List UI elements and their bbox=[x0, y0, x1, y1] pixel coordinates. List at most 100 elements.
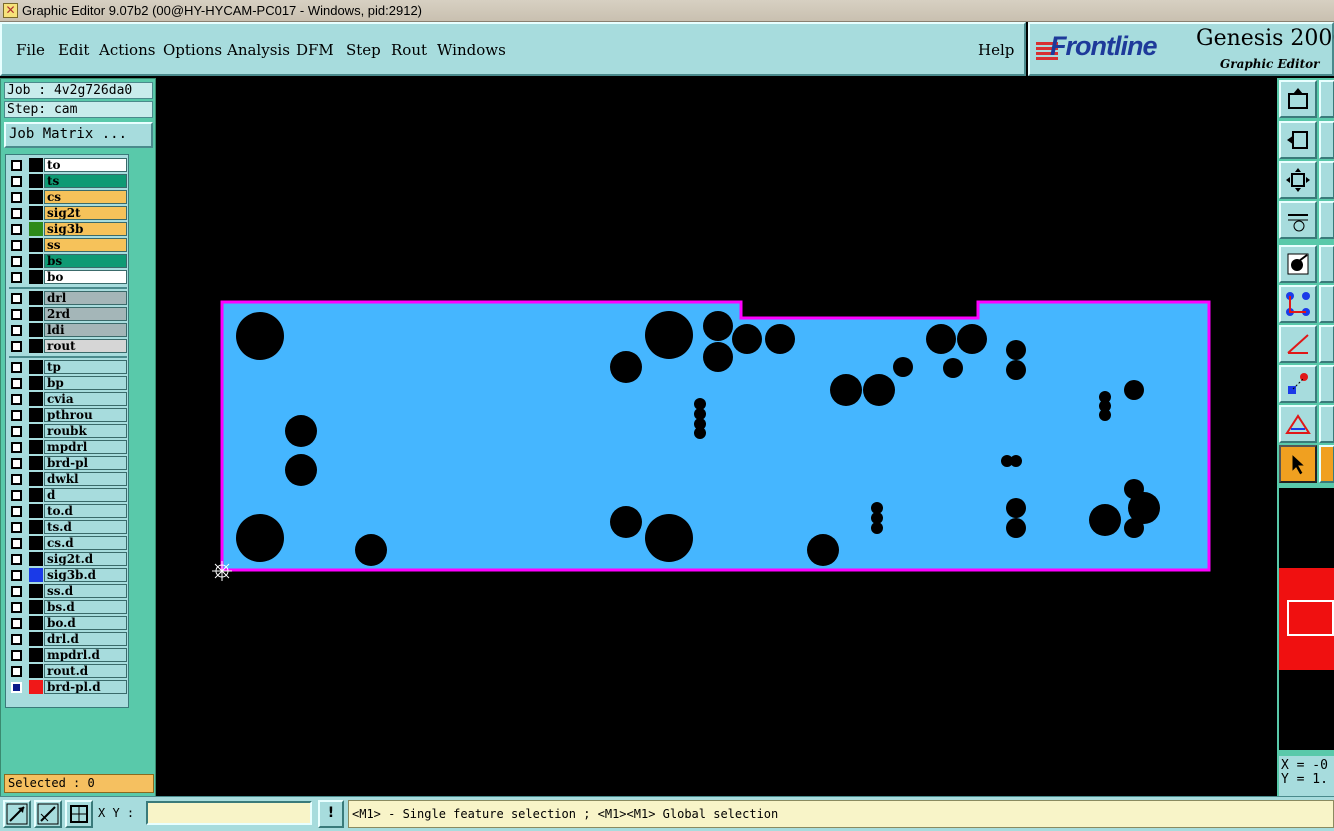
layer-name[interactable]: tp bbox=[44, 360, 127, 374]
layer-color-swatch[interactable] bbox=[29, 616, 43, 630]
layer-name[interactable]: bp bbox=[44, 376, 127, 390]
zoom-back-icon[interactable] bbox=[1279, 121, 1317, 159]
layer-name[interactable]: drl bbox=[44, 291, 127, 305]
layer-color-swatch[interactable] bbox=[29, 488, 43, 502]
zoom-home-icon[interactable] bbox=[1279, 80, 1317, 118]
layer-row-cs.d[interactable]: cs.d bbox=[9, 536, 127, 550]
layer-row-2rd[interactable]: 2rd bbox=[9, 307, 127, 321]
menu-rout[interactable]: Rout bbox=[391, 41, 427, 59]
layer-name[interactable]: drl.d bbox=[44, 632, 127, 646]
layer-name[interactable]: bs bbox=[44, 254, 127, 268]
zoom-line-icon[interactable] bbox=[34, 800, 62, 828]
layer-name[interactable]: cs bbox=[44, 190, 127, 204]
angle-secondary-icon[interactable] bbox=[1319, 325, 1334, 363]
layer-checkbox[interactable] bbox=[11, 394, 22, 405]
layer-row-mpdrl[interactable]: mpdrl bbox=[9, 440, 127, 454]
layer-row-brd-pl.d[interactable]: brd-pl.d bbox=[9, 680, 127, 694]
layer-row-rout.d[interactable]: rout.d bbox=[9, 664, 127, 678]
layer-row-d[interactable]: d bbox=[9, 488, 127, 502]
layer-name[interactable]: cs.d bbox=[44, 536, 127, 550]
layer-color-swatch[interactable] bbox=[29, 190, 43, 204]
layer-name[interactable]: rout bbox=[44, 339, 127, 353]
net-select-icon[interactable] bbox=[1279, 285, 1317, 323]
layer-name[interactable]: dwkl bbox=[44, 472, 127, 486]
layer-checkbox[interactable] bbox=[11, 176, 22, 187]
layer-color-swatch[interactable] bbox=[29, 174, 43, 188]
layer-checkbox[interactable] bbox=[11, 362, 22, 373]
layer-checkbox[interactable] bbox=[11, 666, 22, 677]
layer-name[interactable]: pthrou bbox=[44, 408, 127, 422]
layer-color-swatch[interactable] bbox=[29, 270, 43, 284]
snap-tool-icon[interactable] bbox=[1279, 365, 1317, 403]
layer-row-to[interactable]: to bbox=[9, 158, 127, 172]
layer-color-swatch[interactable] bbox=[29, 158, 43, 172]
layer-row-ss.d[interactable]: ss.d bbox=[9, 584, 127, 598]
layer-name[interactable]: brd-pl bbox=[44, 456, 127, 470]
layer-row-tp[interactable]: tp bbox=[9, 360, 127, 374]
layer-checkbox[interactable] bbox=[11, 586, 22, 597]
measure-secondary-icon[interactable] bbox=[1319, 201, 1334, 239]
layer-color-swatch[interactable] bbox=[29, 632, 43, 646]
layer-checkbox[interactable] bbox=[11, 309, 22, 320]
layer-name[interactable]: 2rd bbox=[44, 307, 127, 321]
layer-name[interactable]: bo.d bbox=[44, 616, 127, 630]
job-matrix-button[interactable]: Job Matrix ... bbox=[4, 122, 153, 148]
layer-row-bo.d[interactable]: bo.d bbox=[9, 616, 127, 630]
layer-name[interactable]: sig2t.d bbox=[44, 552, 127, 566]
layer-checkbox[interactable] bbox=[11, 192, 22, 203]
layer-row-pthrou[interactable]: pthrou bbox=[9, 408, 127, 422]
layer-checkbox[interactable] bbox=[11, 634, 22, 645]
menu-step[interactable]: Step bbox=[346, 41, 381, 59]
layer-color-swatch[interactable] bbox=[29, 408, 43, 422]
layer-color-swatch[interactable] bbox=[29, 520, 43, 534]
layer-color-swatch[interactable] bbox=[29, 238, 43, 252]
layer-row-bs[interactable]: bs bbox=[9, 254, 127, 268]
layer-color-swatch[interactable] bbox=[29, 472, 43, 486]
layer-name[interactable]: to.d bbox=[44, 504, 127, 518]
snap-secondary-icon[interactable] bbox=[1319, 365, 1334, 403]
layer-color-swatch[interactable] bbox=[29, 680, 43, 694]
layer-checkbox[interactable] bbox=[11, 442, 22, 453]
layer-name[interactable]: brd-pl.d bbox=[44, 680, 127, 694]
layer-row-mpdrl.d[interactable]: mpdrl.d bbox=[9, 648, 127, 662]
zoom-back-secondary-icon[interactable] bbox=[1319, 121, 1334, 159]
layer-checkbox[interactable] bbox=[11, 602, 22, 613]
layer-color-swatch[interactable] bbox=[29, 307, 43, 321]
layer-row-to.d[interactable]: to.d bbox=[9, 504, 127, 518]
layer-name[interactable]: ss bbox=[44, 238, 127, 252]
layer-checkbox[interactable] bbox=[11, 426, 22, 437]
menu-edit[interactable]: Edit bbox=[58, 41, 89, 59]
layer-checkbox[interactable] bbox=[11, 570, 22, 581]
layer-color-swatch[interactable] bbox=[29, 648, 43, 662]
layer-color-swatch[interactable] bbox=[29, 536, 43, 550]
layer-name[interactable]: ldi bbox=[44, 323, 127, 337]
layer-row-ts.d[interactable]: ts.d bbox=[9, 520, 127, 534]
layer-color-swatch[interactable] bbox=[29, 584, 43, 598]
layer-checkbox[interactable] bbox=[11, 240, 22, 251]
grid-toggle-icon[interactable] bbox=[65, 800, 93, 828]
menu-help[interactable]: Help bbox=[978, 41, 1014, 59]
layer-row-ldi[interactable]: ldi bbox=[9, 323, 127, 337]
menu-actions[interactable]: Actions bbox=[99, 41, 155, 59]
layer-checkbox[interactable] bbox=[11, 325, 22, 336]
layer-checkbox[interactable] bbox=[11, 224, 22, 235]
single-select-secondary-icon[interactable] bbox=[1319, 245, 1334, 283]
layer-row-sig2t[interactable]: sig2t bbox=[9, 206, 127, 220]
layer-color-swatch[interactable] bbox=[29, 424, 43, 438]
menu-dfm[interactable]: DFM bbox=[296, 41, 334, 59]
layer-color-swatch[interactable] bbox=[29, 291, 43, 305]
layer-row-drl.d[interactable]: drl.d bbox=[9, 632, 127, 646]
layer-color-swatch[interactable] bbox=[29, 504, 43, 518]
layer-checkbox[interactable] bbox=[11, 256, 22, 267]
layer-name[interactable]: ts bbox=[44, 174, 127, 188]
layer-checkbox[interactable] bbox=[11, 506, 22, 517]
layer-checkbox[interactable] bbox=[11, 341, 22, 352]
layer-checkbox[interactable] bbox=[11, 474, 22, 485]
menu-analysis[interactable]: Analysis bbox=[227, 41, 290, 59]
layer-row-rout[interactable]: rout bbox=[9, 339, 127, 353]
layer-checkbox[interactable] bbox=[11, 554, 22, 565]
menu-options[interactable]: Options bbox=[163, 41, 222, 59]
layer-row-roubk[interactable]: roubk bbox=[9, 424, 127, 438]
pointer-icon[interactable] bbox=[1279, 445, 1317, 483]
graphic-canvas[interactable] bbox=[156, 78, 1276, 796]
